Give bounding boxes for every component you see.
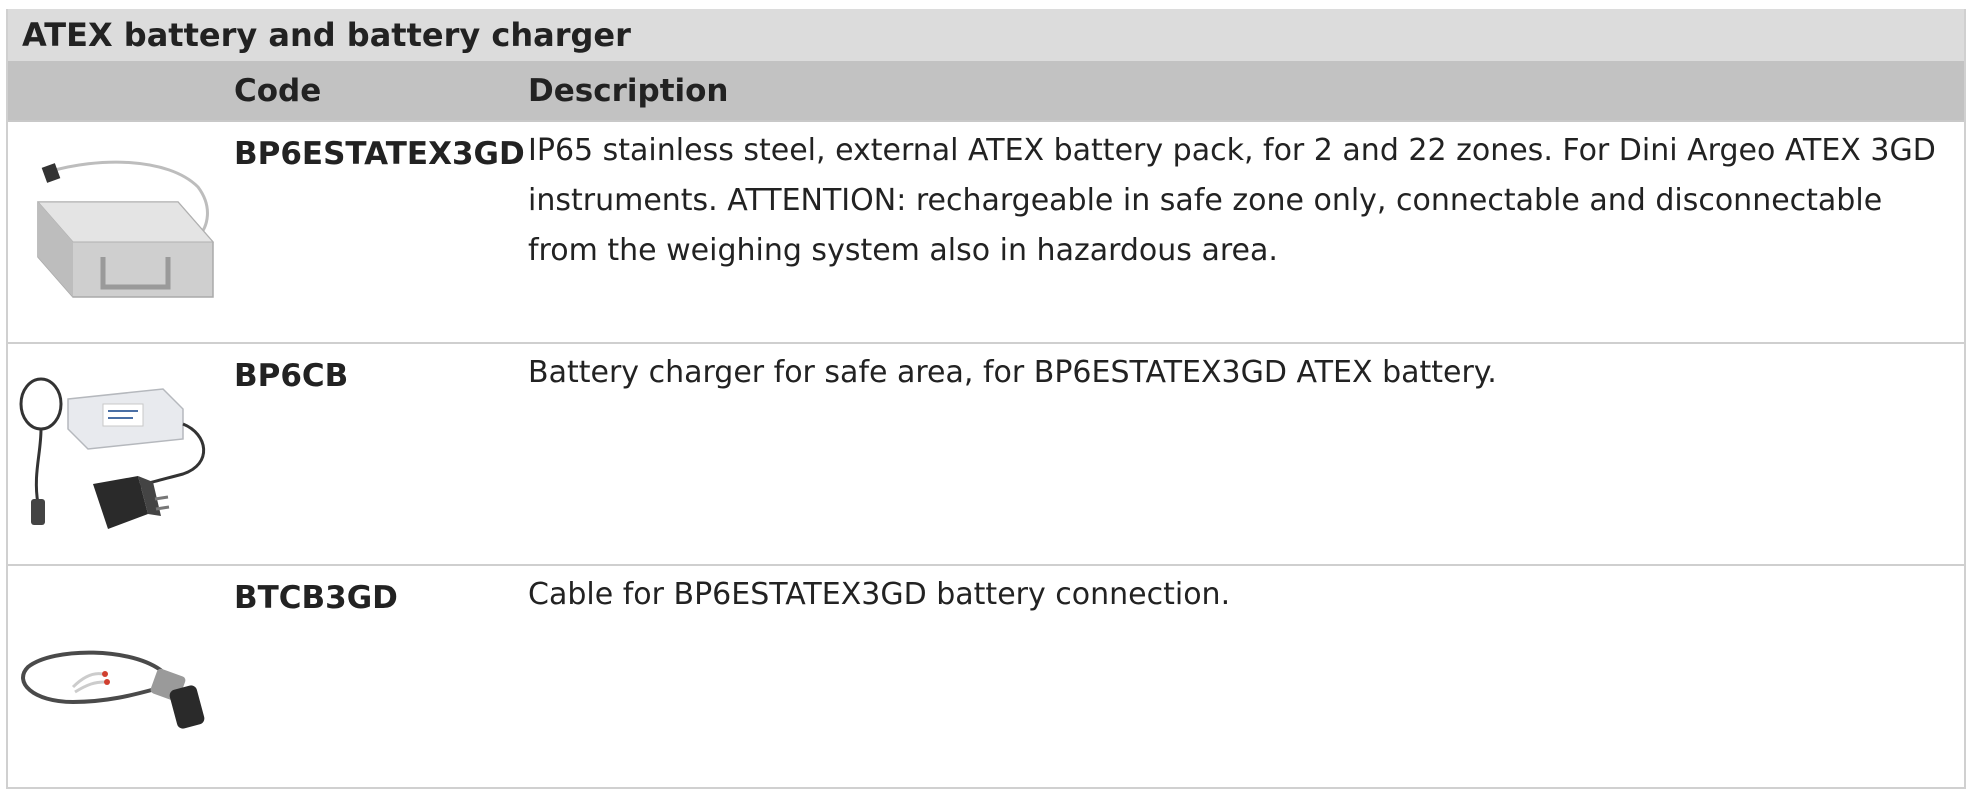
header-code: Code [234,72,322,109]
row-description: Battery charger for safe area, for BP6ES… [528,355,1497,390]
product-table: ATEX battery and battery charger Code De… [6,9,1966,789]
row-code: BP6ESTATEX3GD [234,136,525,172]
table-row: BP6ESTATEX3GD IP65 stainless steel, exte… [8,122,1964,344]
row-code: BP6CB [234,358,349,394]
battery-charger-image [8,344,228,564]
table-header: Code Description [8,61,1964,122]
row-description: Cable for BP6ESTATEX3GD battery connecti… [528,577,1231,612]
row-code: BTCB3GD [234,580,398,616]
battery-pack-image [8,122,228,342]
header-description: Description [528,72,729,109]
table-row: BP6CB Battery charger for safe area, for… [8,344,1964,566]
row-description: IP65 stainless steel, external ATEX batt… [528,133,1936,268]
section-title: ATEX battery and battery charger [8,9,1964,61]
table-row: BTCB3GD Cable for BP6ESTATEX3GD battery … [8,566,1964,787]
cable-image [8,566,228,787]
